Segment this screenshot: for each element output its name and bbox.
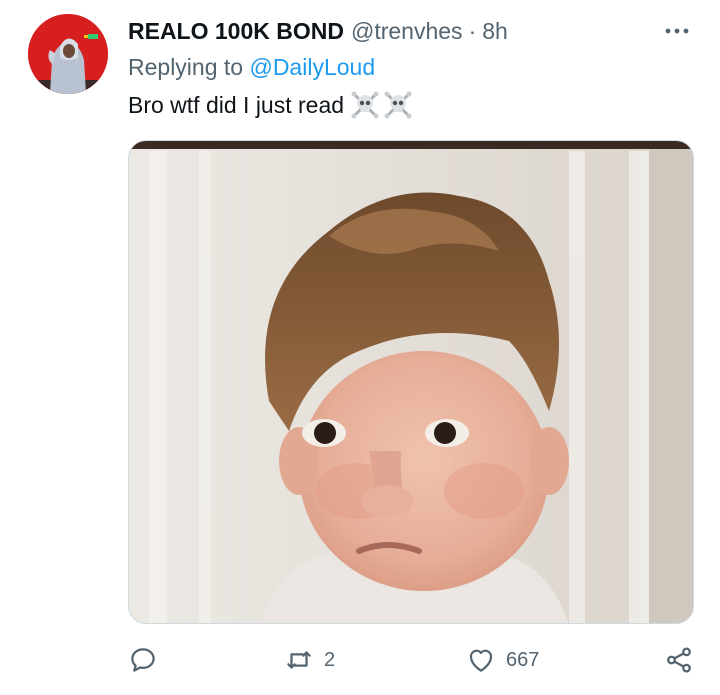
- emoji-group: [350, 90, 413, 120]
- tweet-body: Bro wtf did I just read: [128, 91, 345, 118]
- tweet-time[interactable]: 8h: [482, 18, 508, 45]
- like-count: 667: [506, 648, 540, 671]
- skull-crossbones-icon: [384, 91, 412, 119]
- share-icon: [667, 647, 691, 673]
- tweet-text: Bro wtf did I just read: [128, 90, 413, 120]
- reply-button[interactable]: [128, 644, 168, 676]
- separator: ·: [468, 17, 477, 44]
- like-button[interactable]: 667: [466, 644, 539, 676]
- tweet-actions: 2 667: [128, 644, 694, 676]
- tweet-media-photo[interactable]: [128, 140, 694, 624]
- replying-to: Replying to @DailyLoud: [128, 54, 375, 81]
- retweet-count: 2: [324, 648, 336, 671]
- retweet-button[interactable]: 2: [284, 644, 335, 676]
- share-button[interactable]: [664, 644, 694, 676]
- skull-crossbones-icon: [351, 91, 379, 119]
- user-handle[interactable]: @trenvhes: [351, 18, 463, 45]
- tweet-header: REALO 100K BOND @trenvhes · 8h: [128, 16, 508, 46]
- user-avatar[interactable]: [28, 14, 108, 94]
- replying-prefix: Replying to: [128, 54, 250, 80]
- more-horizontal-icon[interactable]: [660, 20, 694, 42]
- display-name[interactable]: REALO 100K BOND: [128, 18, 344, 45]
- replying-mention-link[interactable]: @DailyLoud: [249, 54, 375, 80]
- reply-icon: [131, 648, 155, 672]
- retweet-icon: [287, 651, 311, 669]
- heart-icon: [469, 649, 493, 672]
